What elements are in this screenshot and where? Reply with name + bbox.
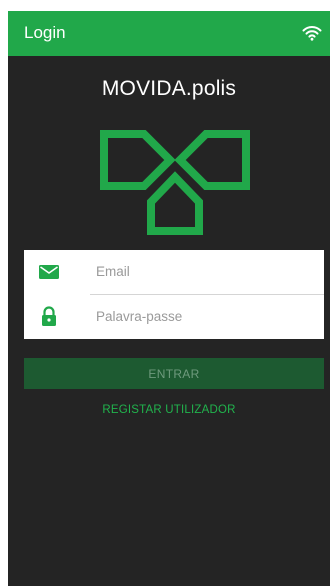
movida-logo-icon	[100, 130, 250, 235]
app-bar-title: Login	[24, 23, 66, 42]
envelope-icon	[39, 265, 59, 279]
app-bar: Login	[8, 11, 330, 56]
email-input[interactable]	[90, 258, 322, 284]
enter-button[interactable]: ENTRAR	[24, 358, 324, 389]
lock-icon	[42, 306, 56, 326]
login-screen: Login MOVIDA.polis Email ENTRAR REGISTAR…	[8, 11, 330, 586]
register-user-link[interactable]: REGISTAR UTILIZADOR	[8, 404, 330, 416]
wifi-icon	[302, 26, 322, 41]
login-form	[24, 250, 324, 339]
email-field-row	[24, 250, 324, 295]
brand-title: MOVIDA.polis	[101, 77, 237, 100]
password-field-row	[24, 295, 324, 339]
password-input[interactable]	[90, 303, 322, 329]
